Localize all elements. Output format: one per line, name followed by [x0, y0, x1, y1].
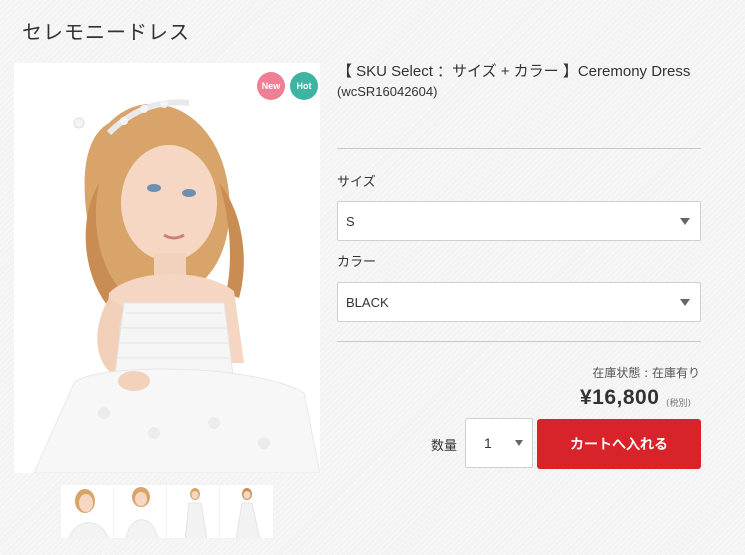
thumbnail-3[interactable] — [166, 484, 221, 539]
page-title: セレモニードレス — [22, 20, 190, 44]
size-select-value: S — [346, 213, 355, 229]
divider — [337, 148, 701, 149]
color-select[interactable]: BLACK — [337, 282, 701, 322]
quantity-value: 1 — [484, 435, 492, 451]
thumbnail-2[interactable] — [113, 484, 168, 539]
color-label: カラー — [337, 255, 377, 270]
size-label: サイズ — [337, 175, 376, 190]
thumbnail-4[interactable] — [219, 484, 274, 539]
chevron-down-icon — [680, 218, 690, 225]
chevron-down-icon — [515, 440, 523, 446]
price: ¥16,800 — [580, 386, 660, 409]
divider — [337, 341, 701, 342]
quantity-label: 数量 — [431, 439, 458, 454]
new-badge: New — [257, 72, 285, 100]
product-code: (wcSR16042604) — [337, 84, 438, 99]
product-name: 【 SKU Select ：サイズ + カラー 】Ceremony Dress — [337, 63, 691, 80]
thumbnail-list — [60, 484, 274, 539]
stock-status: 在庫状態 : 在庫有り — [592, 366, 700, 380]
product-page: セレモニードレス New Hot 【 SKU Select ：サイズ + カラー… — [0, 0, 745, 555]
quantity-select[interactable]: 1 — [465, 418, 533, 468]
tax-note: (税別) — [666, 399, 692, 409]
thumbnail-1[interactable] — [60, 484, 115, 539]
size-select[interactable]: S — [337, 201, 701, 241]
hot-badge: Hot — [290, 72, 318, 100]
chevron-down-icon — [680, 299, 690, 306]
add-to-cart-button[interactable]: カートへ入れる — [537, 419, 701, 469]
main-product-image[interactable] — [14, 63, 320, 473]
color-select-value: BLACK — [346, 294, 389, 310]
